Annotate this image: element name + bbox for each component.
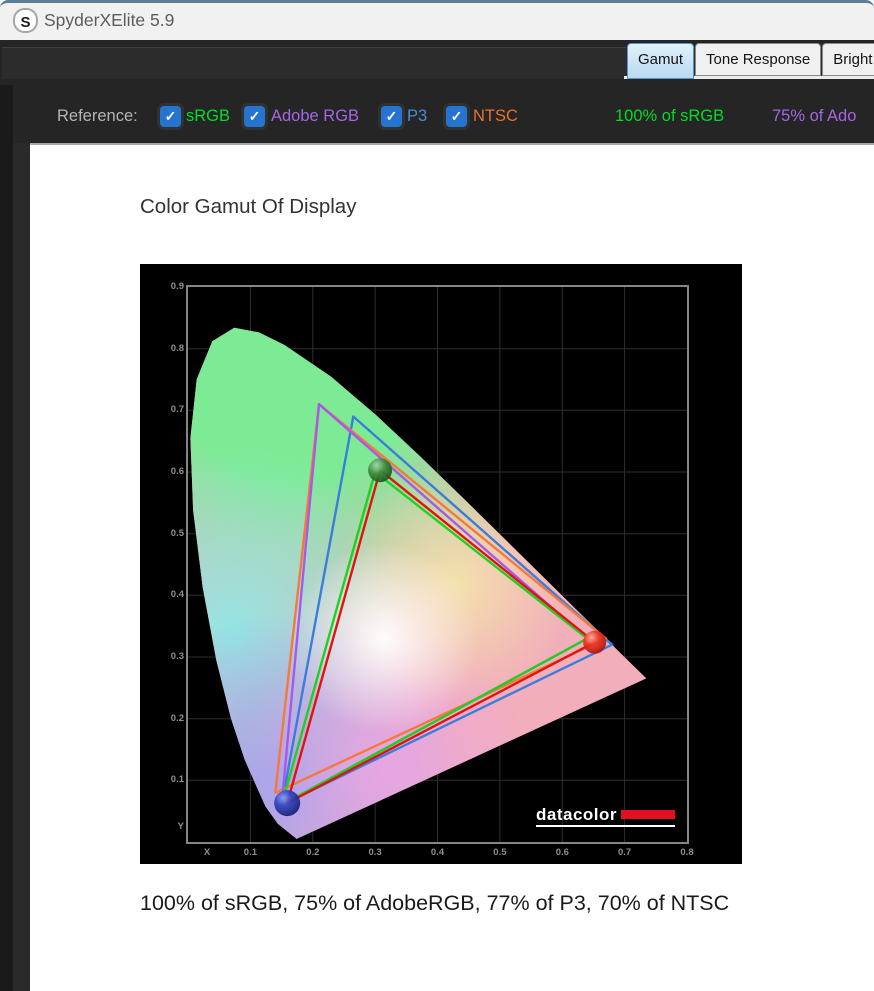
x-tick: 0.5 xyxy=(485,847,515,858)
tab-brightness[interactable]: Bright xyxy=(822,43,874,76)
tab-bar: Gamut Tone Response Bright xyxy=(627,43,874,79)
ntsc-checkbox[interactable]: ✓ xyxy=(446,106,467,127)
y-tick: 0.2 xyxy=(158,713,184,724)
x-tick: 0.6 xyxy=(547,847,577,858)
y-axis-label: Y xyxy=(158,821,184,832)
adobe-rgb-checkbox[interactable]: ✓ xyxy=(244,106,265,127)
window-title: SpyderXElite 5.9 xyxy=(44,10,174,31)
x-tick: 0.3 xyxy=(360,847,390,858)
datacolor-logo-text: datacolor xyxy=(536,807,617,822)
left-rail-inner xyxy=(13,143,30,991)
plot-frame xyxy=(186,285,689,844)
left-rail-outer xyxy=(0,85,13,991)
y-tick: 0.4 xyxy=(158,589,184,600)
tab-tone-response[interactable]: Tone Response xyxy=(695,43,821,76)
y-tick: 0.9 xyxy=(158,281,184,292)
red-primary-marker xyxy=(583,631,606,654)
blue-primary-marker xyxy=(274,790,300,816)
datacolor-logo-bar xyxy=(621,810,675,819)
x-tick: 0.1 xyxy=(235,847,265,858)
y-tick: 0.8 xyxy=(158,343,184,354)
srgb-coverage-text: 100% of sRGB xyxy=(615,107,724,126)
adobergb-coverage-text: 75% of Ado xyxy=(772,107,856,126)
x-tick: 0.4 xyxy=(423,847,453,858)
y-tick: 0.7 xyxy=(158,404,184,415)
x-tick: 0.7 xyxy=(610,847,640,858)
gamut-chart: X 0.1 0.2 0.3 0.4 0.5 0.6 0.7 0.8 0.9 0.8 0.7 0.6 0.… xyxy=(140,264,742,864)
y-tick: 0.1 xyxy=(158,774,184,785)
coverage-summary: 100% of sRGB, 75% of AdobeRGB, 77% of P3… xyxy=(140,891,729,916)
ntsc-label: NTSC xyxy=(473,107,518,126)
p3-label: P3 xyxy=(407,107,427,126)
green-primary-marker xyxy=(368,458,392,482)
spyder-logo-icon: S xyxy=(13,8,38,33)
srgb-checkbox[interactable]: ✓ xyxy=(160,106,181,127)
y-tick: 0.5 xyxy=(158,528,184,539)
adobe-rgb-label: Adobe RGB xyxy=(271,107,359,126)
report-page: Color Gamut Of Display X 0.1 0.2 0.3 0.4 0.5 0… xyxy=(30,143,874,991)
chromaticity-plot xyxy=(188,287,687,842)
reference-label: Reference: xyxy=(57,107,138,126)
x-axis-label: X xyxy=(192,847,222,858)
x-tick: 0.2 xyxy=(298,847,328,858)
y-tick: 0.6 xyxy=(158,466,184,477)
dark-header: Gamut Tone Response Bright Reference: ✓ … xyxy=(0,40,874,145)
chart-title: Color Gamut Of Display xyxy=(140,195,356,219)
app-window: S SpyderXElite 5.9 Gamut Tone Response B… xyxy=(0,0,874,991)
tab-gamut[interactable]: Gamut xyxy=(627,43,694,79)
p3-checkbox[interactable]: ✓ xyxy=(381,106,402,127)
srgb-label: sRGB xyxy=(186,107,230,126)
y-tick: 0.3 xyxy=(158,651,184,662)
x-tick: 0.8 xyxy=(672,847,702,858)
title-bar[interactable]: S SpyderXElite 5.9 xyxy=(0,0,874,40)
datacolor-logo: datacolor xyxy=(536,807,675,827)
